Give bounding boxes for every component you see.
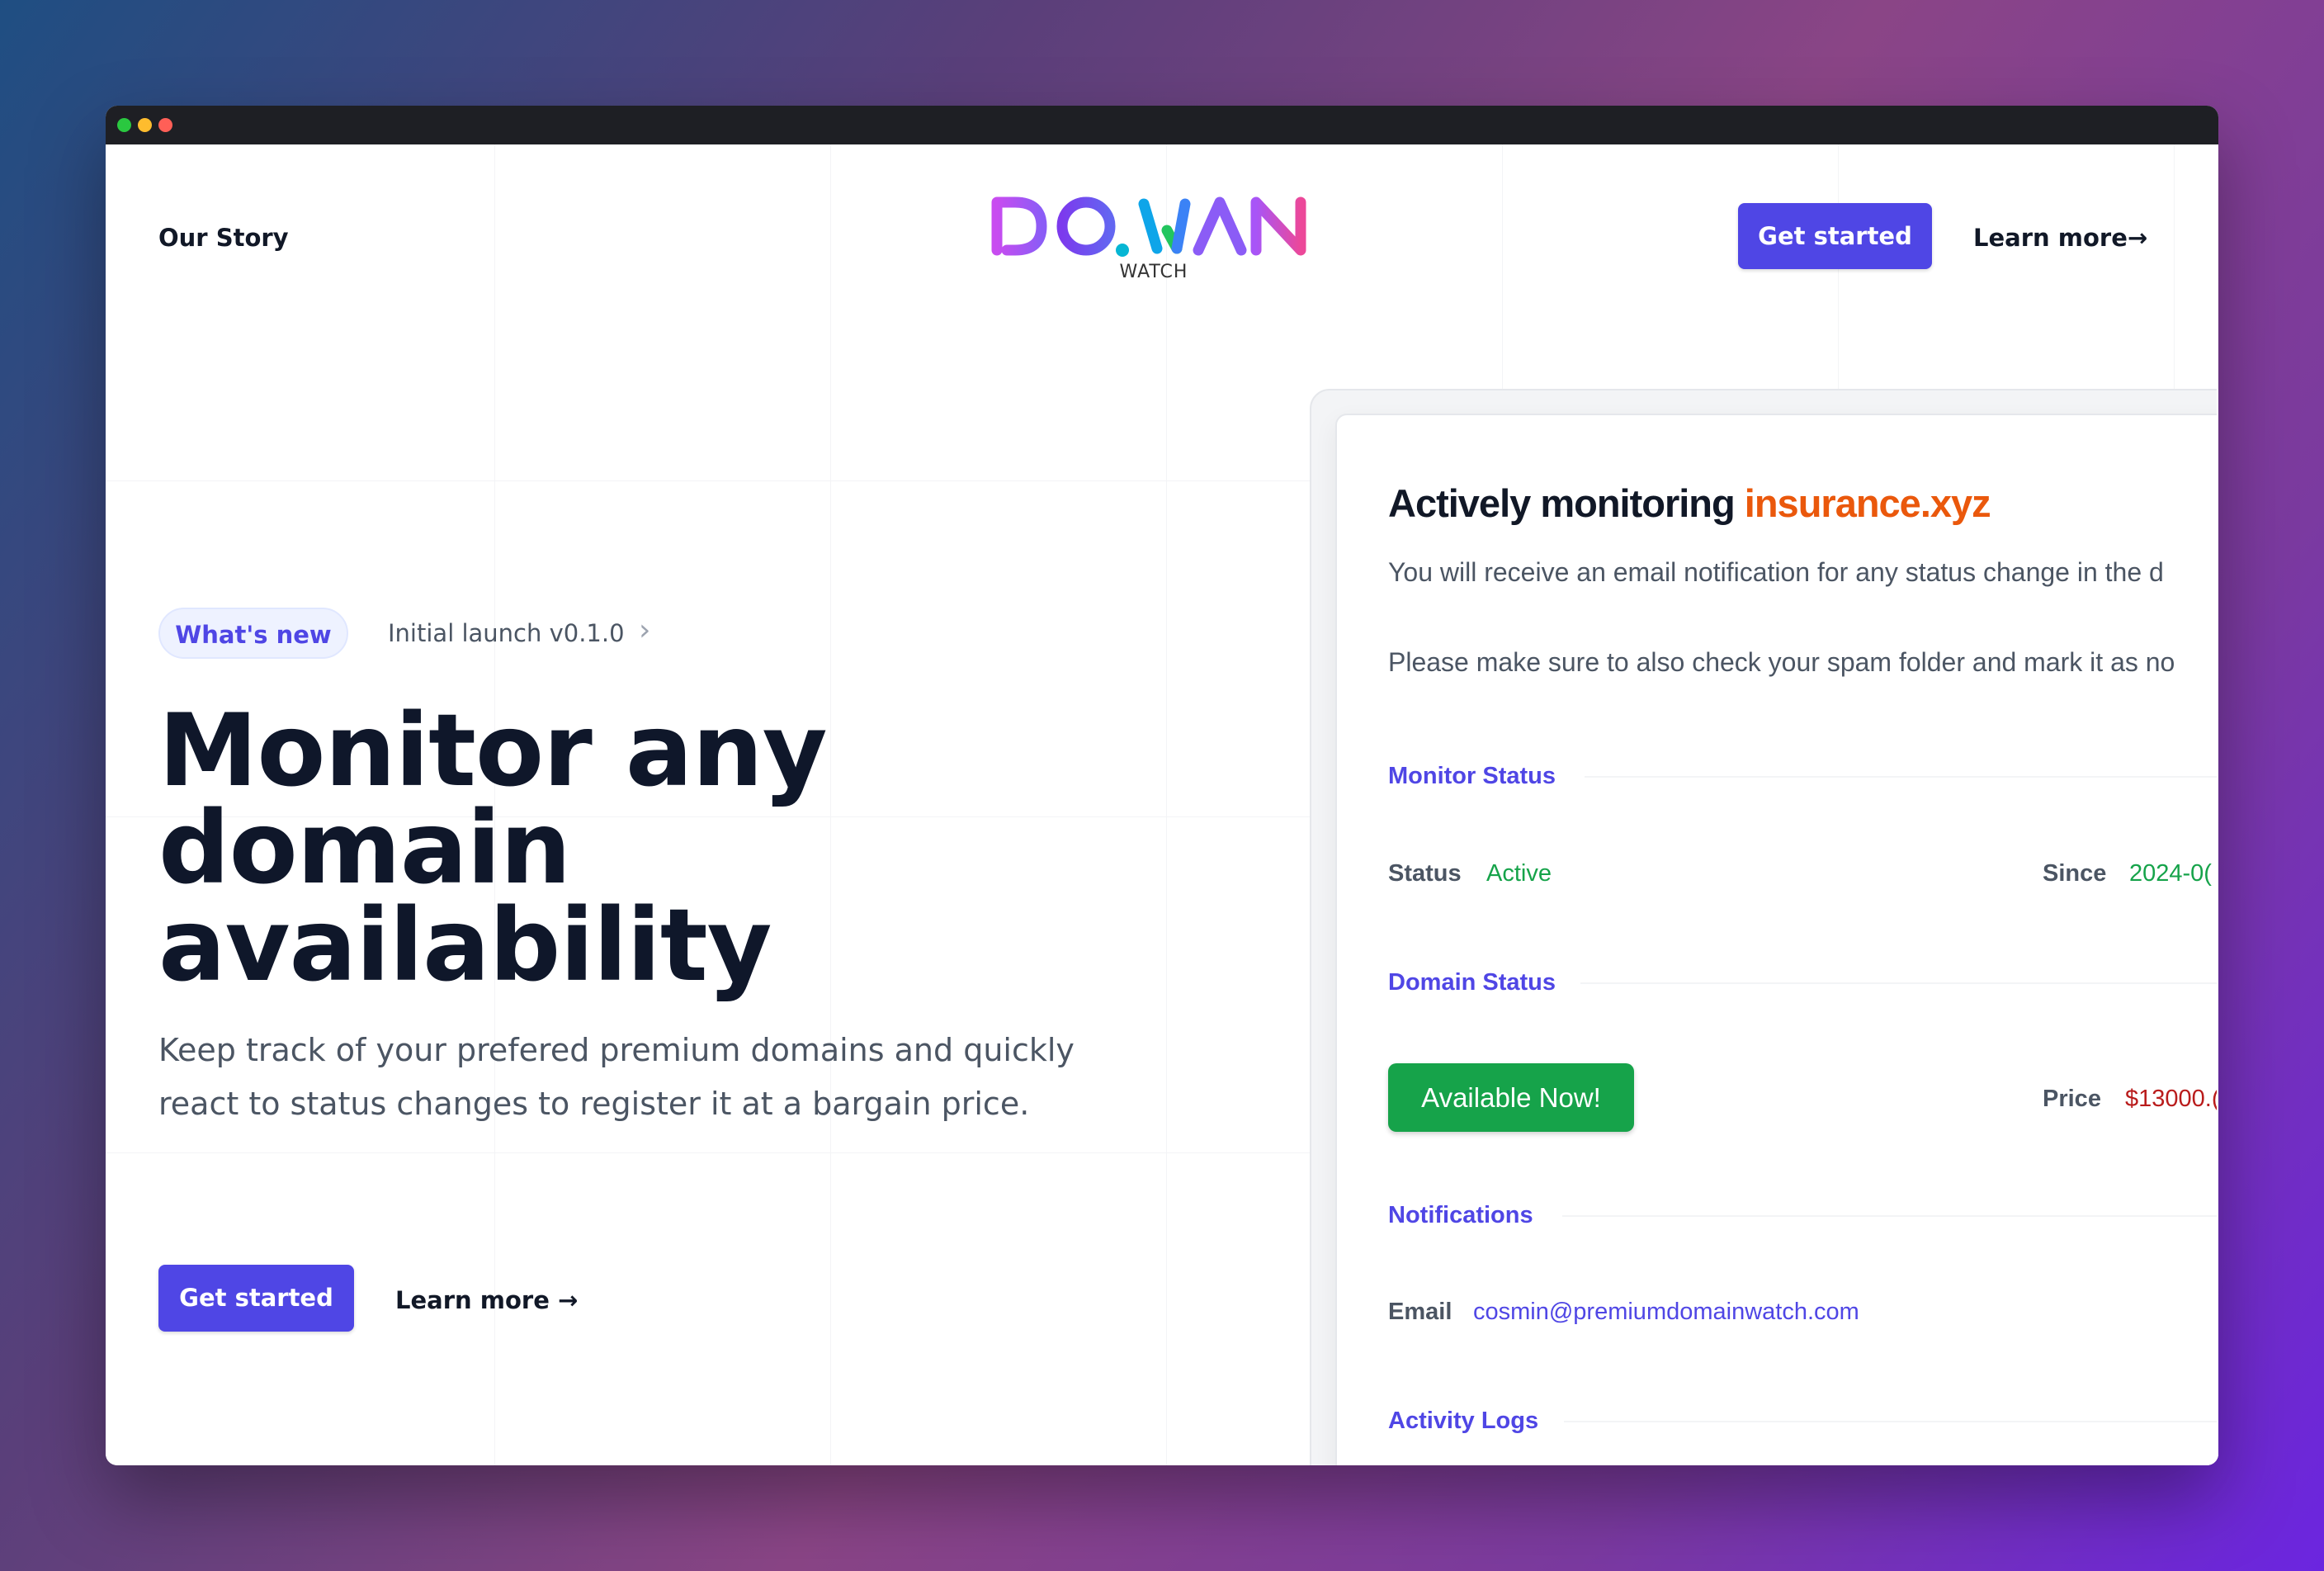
monitor-status-heading: Monitor Status: [1388, 763, 1556, 789]
activity-logs-heading: Activity Logs: [1388, 1408, 1539, 1434]
release-link[interactable]: Initial launch v0.1.0: [388, 619, 625, 647]
notifications-heading: Notifications: [1388, 1202, 1533, 1228]
card-title: Actively monitoring insurance.xyz: [1388, 480, 1991, 526]
email-value[interactable]: cosmin@premiumdomainwatch.com: [1473, 1299, 1859, 1326]
monitored-domain: insurance.xyz: [1744, 481, 1991, 525]
hero-title: Monitor any domain availability: [158, 693, 828, 1004]
available-now-badge[interactable]: Available Now!: [1388, 1063, 1634, 1132]
card-spam-note: Please make sure to also check your spam…: [1388, 647, 2175, 677]
page-edge: [2217, 144, 2218, 1465]
price-label: Price: [2043, 1086, 2101, 1112]
since-value: 2024-0(: [2129, 860, 2212, 887]
divider: [1562, 1215, 2218, 1217]
window-close-button[interactable]: [158, 118, 172, 132]
window-minimize-button[interactable]: [138, 118, 152, 132]
logo-subtitle: WATCH: [1119, 262, 1188, 282]
nav-our-story-link[interactable]: Our Story: [158, 224, 289, 252]
divider: [1585, 776, 2218, 778]
nav-get-started-button[interactable]: Get started: [1738, 203, 1932, 269]
status-value: Active: [1486, 860, 1552, 887]
status-label: Status: [1388, 860, 1462, 887]
hero-learn-more-link[interactable]: Learn more →: [395, 1286, 578, 1314]
grid-line: [1166, 144, 1167, 1465]
card-title-prefix: Actively monitoring: [1388, 481, 1745, 525]
hero-subtitle: Keep track of your prefered premium doma…: [158, 1032, 1075, 1122]
since-label: Since: [2043, 860, 2107, 887]
divider: [1564, 1421, 2218, 1422]
monitor-card: Actively monitoring insurance.xyz You wi…: [1335, 414, 2218, 1465]
domain-logo-icon: [991, 196, 1306, 257]
browser-window: Our Story WATCH Get started Learn more→ …: [106, 106, 2218, 1465]
price-value: $13000.(: [2125, 1086, 2218, 1112]
logo[interactable]: WATCH: [980, 189, 1327, 288]
domain-status-heading: Domain Status: [1388, 969, 1556, 996]
window-titlebar: [106, 106, 2218, 144]
nav-learn-more-link[interactable]: Learn more→: [1973, 224, 2147, 252]
divider: [1580, 982, 2218, 984]
landing-page: Our Story WATCH Get started Learn more→ …: [106, 144, 2218, 1465]
whats-new-badge[interactable]: What's new: [158, 608, 348, 659]
window-maximize-button[interactable]: [117, 118, 131, 132]
email-label: Email: [1388, 1299, 1452, 1325]
hero-get-started-button[interactable]: Get started: [158, 1265, 354, 1332]
chevron-right-icon: ›: [639, 613, 651, 647]
card-description: You will receive an email notification f…: [1388, 557, 2164, 587]
